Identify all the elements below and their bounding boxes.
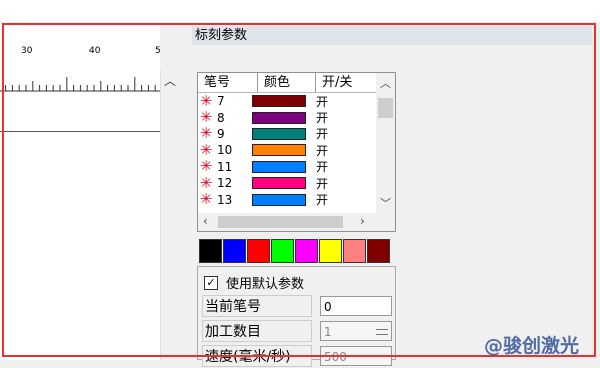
- top-strip: [0, 0, 600, 22]
- current-pen-field[interactable]: 0: [320, 296, 392, 316]
- pen-row[interactable]: ✳ 8 开: [198, 108, 376, 127]
- pen-color-swatch[interactable]: [252, 144, 306, 157]
- scroll-left-icon[interactable]: ‹: [203, 214, 208, 228]
- laser-star-icon: ✳: [199, 190, 213, 209]
- param-box: ✓ 使用默认参数 当前笔号 0 加工数目 1 速度(毫米/秒) 500: [197, 266, 396, 367]
- pen-number: 13: [217, 192, 233, 207]
- pen-list-horizontal-scrollbar[interactable]: ‹ ›: [198, 213, 395, 231]
- palette-color-chip[interactable]: [367, 239, 390, 263]
- pen-onoff[interactable]: 开: [316, 175, 356, 192]
- pen-row[interactable]: ✳ 7 开: [198, 93, 376, 109]
- laser-star-icon: ✳: [199, 108, 213, 127]
- pen-onoff[interactable]: 开: [316, 158, 356, 175]
- horizontal-ruler: 30 40 5: [0, 43, 160, 95]
- pen-onoff[interactable]: 开: [316, 142, 356, 159]
- watermark: @骏创激光: [484, 335, 580, 357]
- palette-color-chip[interactable]: [319, 239, 342, 263]
- pen-color-swatch[interactable]: [252, 160, 306, 173]
- section-title: 标刻参数: [192, 26, 592, 45]
- palette-color-chip[interactable]: [271, 239, 294, 263]
- ruler-label-40: 40: [89, 46, 101, 56]
- header-pen[interactable]: 笔号: [198, 73, 258, 92]
- laser-star-icon: ✳: [199, 93, 213, 110]
- pen-color-swatch[interactable]: [252, 111, 306, 124]
- pen-color-swatch[interactable]: [252, 95, 306, 108]
- pen-number: 9: [217, 126, 225, 141]
- use-default-row[interactable]: ✓ 使用默认参数: [204, 273, 304, 292]
- scroll-up-icon[interactable]: ︿: [164, 72, 176, 89]
- scroll-down-icon[interactable]: ﹀: [380, 195, 391, 211]
- pen-number: 8: [217, 110, 225, 125]
- pen-onoff[interactable]: 开: [316, 109, 356, 126]
- pen-rows: ✳ 7 开 ✳ 8 开 ✳ 9 开 ✳ 10 开 ✳ 11 开 ✳ 12 开 ✳ 13 开: [198, 93, 376, 211]
- ruler-label-30: 30: [21, 46, 33, 56]
- laser-star-icon: ✳: [199, 124, 213, 143]
- pen-onoff[interactable]: 开: [316, 191, 356, 208]
- spinner-icon[interactable]: [374, 323, 390, 339]
- scroll-thumb[interactable]: [378, 98, 393, 118]
- palette-color-chip[interactable]: [223, 239, 246, 263]
- pen-row[interactable]: ✳ 9 开: [198, 126, 376, 142]
- palette-color-chip[interactable]: [295, 239, 318, 263]
- pen-number: 10: [217, 143, 233, 158]
- process-count-label: 加工数目: [202, 320, 312, 342]
- laser-star-icon: ✳: [199, 140, 213, 159]
- canvas-guide-line: [0, 131, 160, 132]
- pen-list-header: 笔号 颜色 开/关: [198, 73, 376, 93]
- palette-color-chip[interactable]: [199, 239, 222, 263]
- pen-color-swatch[interactable]: [252, 127, 306, 140]
- scroll-right-icon[interactable]: ›: [360, 214, 365, 228]
- palette-color-chip[interactable]: [247, 239, 270, 263]
- ruler-label-50: 5: [155, 46, 160, 56]
- speed-field[interactable]: 500: [320, 346, 392, 366]
- pen-number: 12: [217, 176, 233, 191]
- use-default-label: 使用默认参数: [226, 277, 305, 292]
- color-palette: [199, 239, 390, 263]
- header-onoff[interactable]: 开/关: [316, 73, 376, 92]
- pen-color-swatch[interactable]: [252, 193, 306, 206]
- pen-number: 7: [217, 94, 225, 109]
- laser-star-icon: ✳: [199, 157, 213, 176]
- pen-onoff[interactable]: 开: [316, 93, 356, 110]
- pen-color-swatch[interactable]: [252, 177, 306, 190]
- pen-row[interactable]: ✳ 12 开: [198, 175, 376, 191]
- scroll-up-icon[interactable]: ︿: [380, 75, 391, 91]
- use-default-checkbox[interactable]: ✓: [204, 275, 218, 290]
- laser-star-icon: ✳: [199, 173, 213, 192]
- pen-row[interactable]: ✳ 13 开: [198, 190, 376, 209]
- current-pen-label: 当前笔号: [202, 295, 312, 317]
- scroll-thumb[interactable]: [218, 216, 343, 228]
- pen-number: 11: [217, 159, 233, 174]
- pen-onoff[interactable]: 开: [316, 125, 356, 142]
- header-color[interactable]: 颜色: [258, 73, 316, 92]
- palette-color-chip[interactable]: [343, 239, 366, 263]
- pen-list-vertical-scrollbar[interactable]: ︿ ﹀: [376, 73, 395, 213]
- canvas-vertical-scrollbar[interactable]: ︿: [160, 70, 181, 360]
- pen-row[interactable]: ✳ 11 开: [198, 159, 376, 175]
- process-count-value: 1: [324, 325, 332, 339]
- pen-row[interactable]: ✳ 10 开: [198, 142, 376, 158]
- process-count-field[interactable]: 1: [320, 321, 392, 341]
- speed-label: 速度(毫米/秒): [202, 345, 312, 367]
- pen-list[interactable]: 笔号 颜色 开/关 ✳ 7 开 ✳ 8 开 ✳ 9 开 ✳ 10 开 ✳ 11 开 ✳ 12 开 ✳ 13 开 ︿ ﹀ …: [197, 72, 396, 232]
